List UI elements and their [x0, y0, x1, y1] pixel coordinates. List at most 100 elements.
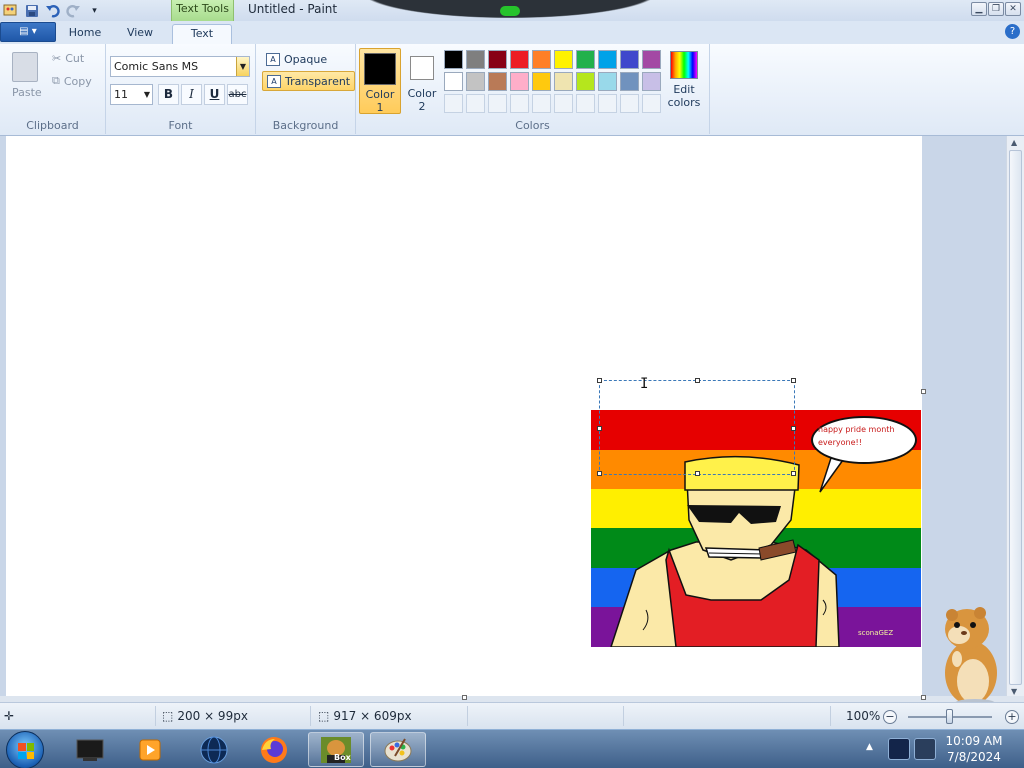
copy-button[interactable]: ⧉ Copy — [52, 74, 92, 88]
custom-color-slot[interactable] — [510, 94, 529, 113]
taskbar-app-paint[interactable] — [370, 732, 426, 767]
custom-color-slot[interactable] — [554, 94, 573, 113]
edit-colors-button[interactable]: Edit colors — [665, 48, 703, 109]
background-group-label: Background — [272, 119, 339, 132]
custom-color-slot[interactable] — [488, 94, 507, 113]
color1-button[interactable]: Color 1 — [359, 48, 401, 114]
palette-swatch[interactable] — [620, 50, 639, 69]
scroll-down-icon[interactable]: ▼ — [1011, 687, 1017, 696]
palette-swatch[interactable] — [554, 72, 573, 91]
font-size-select[interactable]: 11 ▼ — [110, 84, 153, 105]
canvas-resize-handle-right[interactable] — [921, 389, 926, 394]
palette-swatch[interactable] — [444, 72, 463, 91]
vertical-scrollbar[interactable]: ▲ ▼ — [1006, 136, 1024, 698]
custom-color-slot[interactable] — [532, 94, 551, 113]
chevron-down-icon[interactable]: ▼ — [236, 57, 249, 76]
tab-view[interactable]: View — [116, 24, 164, 44]
chevron-down-icon[interactable]: ▼ — [144, 85, 150, 104]
palette-swatch[interactable] — [576, 72, 595, 91]
taskbar-app-media-player[interactable] — [122, 732, 178, 767]
ribbon: Paste ✂ Cut ⧉ Copy Clipboard Font Comic … — [0, 44, 1024, 136]
text-box-selection[interactable] — [597, 378, 796, 476]
customize-qat-icon[interactable]: ▾ — [86, 2, 103, 19]
opaque-button[interactable]: A Opaque — [262, 49, 331, 69]
network-icon[interactable] — [888, 738, 910, 760]
transparent-button[interactable]: A Transparent — [262, 71, 356, 91]
ribbon-tabs: ▤ ▾ Home View Text ? — [0, 21, 1024, 44]
palette-swatch[interactable] — [466, 50, 485, 69]
volume-icon[interactable] — [914, 738, 936, 760]
palette-swatch[interactable] — [554, 50, 573, 69]
palette-swatch[interactable] — [532, 50, 551, 69]
minimize-icon[interactable]: ▁ — [971, 2, 987, 16]
palette-swatch[interactable] — [532, 72, 551, 91]
artist-signature: sconaGEZ — [858, 629, 894, 637]
selection-handle-se[interactable] — [791, 471, 796, 476]
help-icon[interactable]: ? — [1005, 24, 1020, 39]
paint-menu-button[interactable]: ▤ ▾ — [0, 22, 56, 42]
bold-button[interactable]: B — [158, 84, 179, 105]
selection-handle-n[interactable] — [695, 378, 700, 383]
cut-button[interactable]: ✂ Cut — [52, 52, 84, 65]
custom-color-slot[interactable] — [444, 94, 463, 113]
close-icon[interactable]: ✕ — [1005, 2, 1021, 16]
paste-icon[interactable] — [12, 52, 38, 82]
selection-handle-nw[interactable] — [597, 378, 602, 383]
color2-button[interactable]: Color 2 — [401, 48, 443, 114]
strikethrough-button[interactable]: abc — [227, 84, 248, 105]
paste-button[interactable]: Paste — [12, 86, 42, 99]
custom-color-slot[interactable] — [642, 94, 661, 113]
restore-icon[interactable]: ❐ — [988, 2, 1004, 16]
taskbar-app-box[interactable]: Box — [308, 732, 364, 767]
palette-swatch[interactable] — [642, 50, 661, 69]
opaque-icon: A — [266, 52, 280, 66]
palette-swatch[interactable] — [620, 72, 639, 91]
show-hidden-icons-icon[interactable]: ▲ — [866, 742, 873, 752]
redo-icon[interactable] — [65, 2, 82, 19]
selection-handle-s[interactable] — [695, 471, 700, 476]
palette-swatch[interactable] — [510, 72, 529, 91]
palette-swatch[interactable] — [488, 72, 507, 91]
scroll-up-icon[interactable]: ▲ — [1011, 138, 1017, 147]
taskbar-app-firefox[interactable] — [246, 732, 302, 767]
undo-icon[interactable] — [44, 2, 61, 19]
palette-swatch[interactable] — [598, 50, 617, 69]
hamster-desktop-pet[interactable] — [935, 603, 1005, 708]
taskbar-clock[interactable]: 10:09 AM 7/8/2024 — [938, 733, 1010, 765]
palette-swatch[interactable] — [488, 50, 507, 69]
palette-swatch[interactable] — [466, 72, 485, 91]
window-controls: ▁ ❐ ✕ — [971, 2, 1021, 16]
start-button[interactable] — [6, 731, 44, 768]
underline-button[interactable]: U — [204, 84, 225, 105]
image-size: ⬚ 917 × 609px — [318, 709, 412, 723]
selection-handle-sw[interactable] — [597, 471, 602, 476]
custom-color-slot[interactable] — [598, 94, 617, 113]
vertical-scroll-thumb[interactable] — [1009, 150, 1022, 685]
palette-swatch[interactable] — [444, 50, 463, 69]
status-bar: ✛ ⬚ 200 × 99px ⬚ 917 × 609px 100% − + — [0, 702, 1024, 729]
italic-button[interactable]: I — [181, 84, 202, 105]
selection-handle-w[interactable] — [597, 426, 602, 431]
canvas-resize-handle-bottom[interactable] — [462, 695, 467, 700]
palette-swatch[interactable] — [576, 50, 595, 69]
font-family-select[interactable]: Comic Sans MS ▼ — [110, 56, 250, 77]
selection-handle-e[interactable] — [791, 426, 796, 431]
paint-app-icon[interactable] — [2, 2, 19, 19]
save-icon[interactable] — [23, 2, 40, 19]
canvas-resize-handle-corner[interactable] — [921, 695, 926, 700]
zoom-slider-thumb[interactable] — [946, 709, 953, 724]
selection-size: ⬚ 200 × 99px — [162, 709, 248, 723]
custom-color-slot[interactable] — [466, 94, 485, 113]
palette-swatch[interactable] — [598, 72, 617, 91]
zoom-in-button[interactable]: + — [1005, 710, 1019, 724]
selection-handle-ne[interactable] — [791, 378, 796, 383]
tab-text[interactable]: Text — [172, 24, 232, 44]
custom-color-slot[interactable] — [620, 94, 639, 113]
taskbar-app-terminal[interactable] — [62, 732, 118, 767]
tab-home[interactable]: Home — [60, 24, 110, 44]
custom-color-slot[interactable] — [576, 94, 595, 113]
zoom-out-button[interactable]: − — [883, 710, 897, 724]
palette-swatch[interactable] — [510, 50, 529, 69]
taskbar-app-globe[interactable] — [186, 732, 242, 767]
palette-swatch[interactable] — [642, 72, 661, 91]
